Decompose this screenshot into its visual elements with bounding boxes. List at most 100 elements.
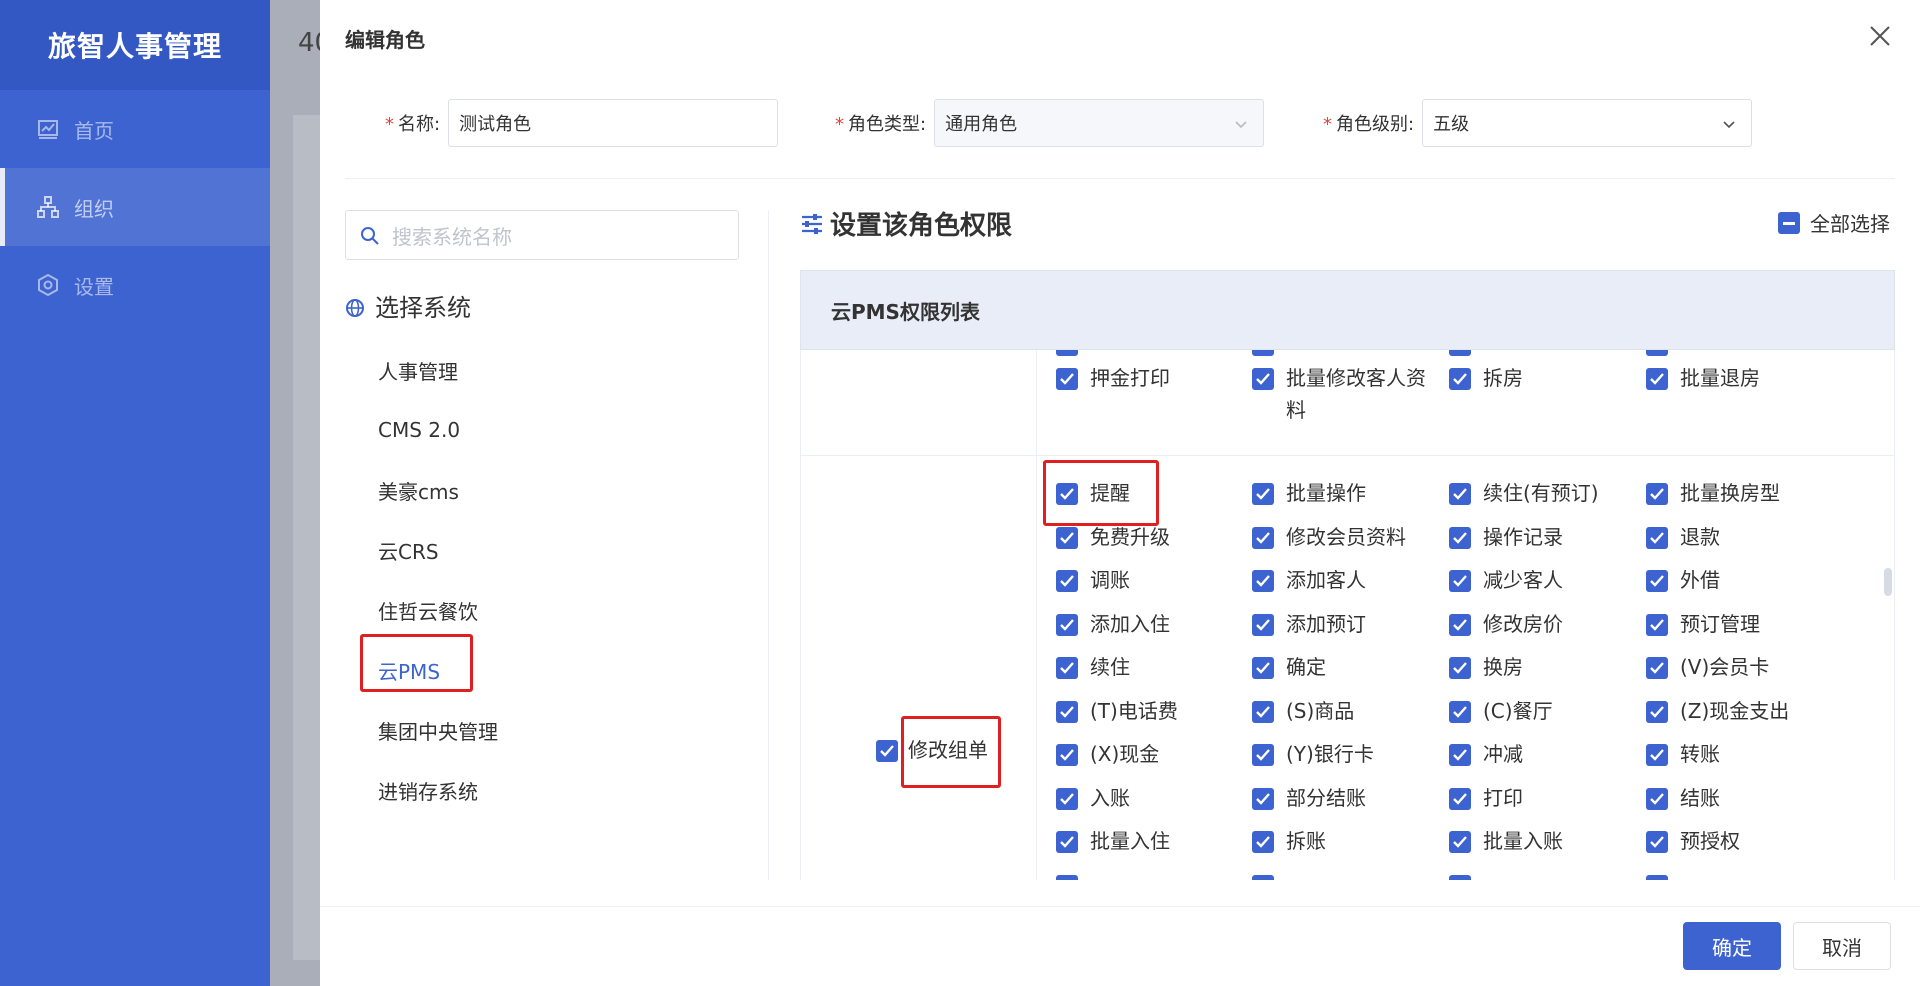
checkbox-checked-icon[interactable]	[1449, 700, 1471, 723]
system-item[interactable]: 集团中央管理	[378, 700, 498, 760]
select-all-checkbox[interactable]: 全部选择	[1778, 208, 1890, 237]
permission-label: 部分结账	[1286, 785, 1366, 810]
close-icon[interactable]	[1868, 24, 1892, 48]
checkbox-checked-icon[interactable]	[1646, 657, 1668, 679]
permission-label: 退款	[1680, 524, 1720, 549]
permission-label: 入账	[1090, 785, 1130, 810]
checkbox-checked-icon[interactable]	[1252, 831, 1274, 853]
checkbox-checked-icon[interactable]	[1056, 657, 1078, 679]
checkbox-checked-icon[interactable]	[1252, 483, 1274, 505]
app-title: 旅智人事管理	[0, 0, 270, 90]
group-checkbox[interactable]	[876, 740, 898, 762]
nav-item-settings[interactable]: 设置	[0, 246, 270, 324]
system-item[interactable]: CMS 2.0	[378, 400, 498, 460]
nav-item-home[interactable]: 首页	[0, 90, 270, 168]
checkbox-checked-icon[interactable]	[1449, 875, 1471, 880]
permission-label: 修改房价	[1483, 611, 1563, 636]
checkbox-checked-icon[interactable]	[1449, 613, 1471, 636]
level-form-item: * 角色级别: 五级	[1323, 98, 1753, 148]
checkbox-checked-icon[interactable]	[1646, 570, 1668, 592]
checkbox-checked-icon[interactable]	[1449, 483, 1471, 505]
cancel-button[interactable]: 取消	[1793, 922, 1891, 970]
checkbox-checked-icon[interactable]	[1449, 526, 1471, 549]
system-item[interactable]: 云CRS	[378, 520, 498, 580]
permission-label: (C)餐厅	[1483, 698, 1553, 723]
nav-label-settings: 设置	[74, 274, 114, 299]
scrollbar-thumb[interactable]	[1884, 568, 1892, 596]
checkbox-checked-icon[interactable]	[1449, 831, 1471, 853]
permission-label: 换房	[1483, 655, 1523, 679]
permission-label: 预授权	[1680, 829, 1740, 853]
checkbox-checked-icon[interactable]	[1449, 350, 1471, 356]
permission-label: 续住(有预订)	[1483, 481, 1599, 505]
permission-label: 拆房	[1483, 366, 1523, 390]
system-search-input[interactable]: 搜索系统名称	[345, 210, 739, 260]
checkbox-checked-icon[interactable]	[1056, 613, 1078, 636]
permission-label: 批量入账	[1483, 829, 1563, 853]
checkbox-checked-icon[interactable]	[1449, 787, 1471, 810]
system-header: 选择系统	[345, 288, 471, 323]
checkbox-checked-icon[interactable]	[1449, 570, 1471, 592]
role-type-select[interactable]: 通用角色	[934, 99, 1265, 147]
checkbox-checked-icon[interactable]	[1252, 350, 1274, 356]
checkbox-checked-icon[interactable]	[1646, 350, 1668, 356]
nav-item-org[interactable]: 组织	[0, 168, 270, 246]
system-item[interactable]: 进销存系统	[378, 760, 498, 820]
name-input[interactable]: 测试角色	[448, 99, 779, 147]
system-item[interactable]: 美豪cms	[378, 460, 498, 520]
checkbox-checked-icon[interactable]	[1056, 875, 1078, 880]
checkbox-checked-icon[interactable]	[1056, 526, 1078, 549]
permission-label: 操作记录	[1483, 524, 1563, 549]
chevron-down-icon	[1721, 116, 1737, 132]
checkbox-checked-icon[interactable]	[1056, 744, 1078, 766]
checkbox-checked-icon[interactable]	[1646, 700, 1668, 723]
permission-label: 批量换房型	[1680, 481, 1780, 505]
checkbox-checked-icon[interactable]	[1646, 483, 1668, 505]
permission-label: 打印	[1483, 785, 1523, 810]
role-level-select[interactable]: 五级	[1422, 99, 1753, 147]
permission-label: 调账	[1090, 568, 1130, 592]
checkbox-checked-icon[interactable]	[1449, 657, 1471, 679]
checkbox-checked-icon[interactable]	[1646, 613, 1668, 636]
sliders-icon	[800, 212, 824, 236]
checkbox-checked-icon[interactable]	[1252, 875, 1274, 880]
checkbox-checked-icon[interactable]	[1646, 831, 1668, 853]
search-icon	[360, 226, 380, 246]
permission-label: 添加预订	[1286, 611, 1366, 636]
checkbox-checked-icon[interactable]	[1449, 368, 1471, 390]
checkbox-checked-icon[interactable]	[1252, 526, 1274, 549]
checkbox-checked-icon[interactable]	[1252, 787, 1274, 810]
permission-label: 续住	[1090, 655, 1130, 679]
checkbox-checked-icon[interactable]	[1449, 744, 1471, 766]
system-item[interactable]: 人事管理	[378, 340, 498, 400]
edit-role-drawer: 编辑角色 * 名称: 测试角色 * 角色类型: 通用角色 * 角色级别: 五级 搜索系…	[320, 0, 1920, 986]
checkbox-checked-icon[interactable]	[1252, 744, 1274, 766]
permission-label: 拆账	[1286, 829, 1326, 853]
checkbox-checked-icon[interactable]	[1646, 787, 1668, 810]
checkbox-checked-icon[interactable]	[1056, 570, 1078, 592]
checkbox-checked-icon[interactable]	[1252, 368, 1274, 390]
checkbox-checked-icon[interactable]	[1056, 787, 1078, 810]
checkbox-checked-icon[interactable]	[1646, 526, 1668, 549]
checkbox-checked-icon[interactable]	[1252, 570, 1274, 592]
permission-label: (Y)银行卡	[1286, 742, 1374, 766]
checkbox-checked-icon[interactable]	[1252, 700, 1274, 723]
nav-label-home: 首页	[74, 118, 114, 143]
checkbox-checked-icon[interactable]	[1056, 350, 1078, 356]
column-divider	[1036, 350, 1037, 880]
confirm-button[interactable]: 确定	[1683, 922, 1781, 970]
org-icon	[36, 195, 60, 219]
checkbox-checked-icon[interactable]	[1252, 613, 1274, 636]
system-list: 人事管理 CMS 2.0 美豪cms 云CRS 住哲云餐饮 云PMS 集团中央管理 进销存系统	[378, 340, 498, 820]
checkbox-checked-icon[interactable]	[1646, 368, 1668, 390]
checkbox-checked-icon[interactable]	[1646, 875, 1668, 880]
checkbox-checked-icon[interactable]	[1056, 368, 1078, 390]
system-item[interactable]: 住哲云餐饮	[378, 580, 498, 640]
checkbox-checked-icon[interactable]	[1056, 700, 1078, 723]
checkbox-checked-icon[interactable]	[1056, 831, 1078, 853]
level-label: * 角色级别:	[1323, 114, 1415, 135]
checkbox-checked-icon[interactable]	[1252, 657, 1274, 679]
footer-divider	[320, 906, 1920, 907]
checkbox-checked-icon[interactable]	[1646, 744, 1668, 766]
form-divider	[345, 178, 1895, 179]
